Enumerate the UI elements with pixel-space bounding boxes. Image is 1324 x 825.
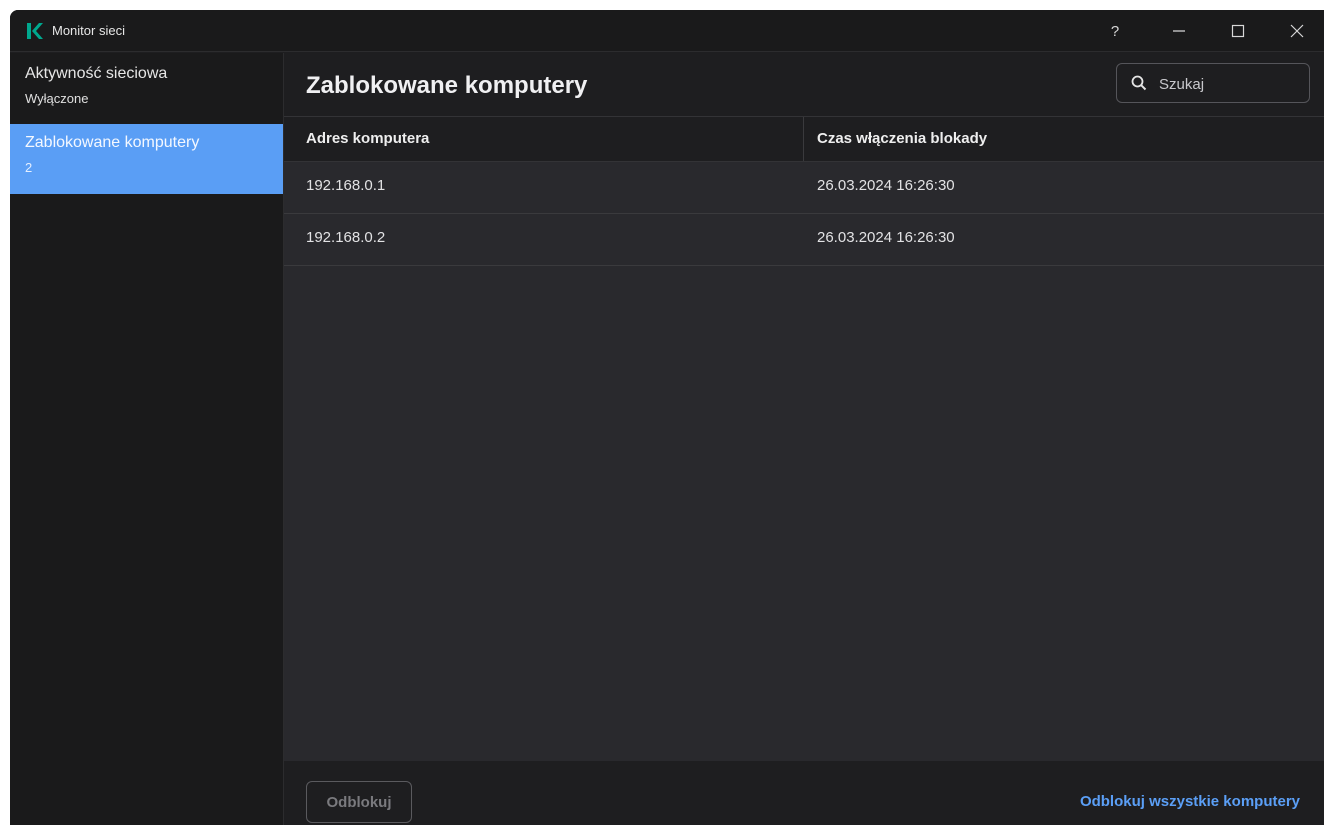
column-header-address[interactable]: Adres komputera [284,117,804,161]
footer-bar: Odblokuj Odblokuj wszystkie komputery [284,761,1324,825]
column-header-block-time[interactable]: Czas włączenia blokady [804,117,1324,161]
help-button[interactable]: ? [1093,10,1137,52]
maximize-icon [1231,24,1245,38]
unblock-all-link[interactable]: Odblokuj wszystkie komputery [1080,793,1300,810]
unblock-button[interactable]: Odblokuj [306,781,412,823]
close-button[interactable] [1275,10,1319,52]
kaspersky-k-icon [27,23,43,39]
table-row[interactable]: 192.168.0.1 26.03.2024 16:26:30 [284,162,1324,214]
app-window: Monitor sieci ? Aktywność sieciowa Wyłąc… [10,10,1324,825]
help-icon: ? [1110,22,1120,40]
title-bar: Monitor sieci ? [10,10,1324,52]
close-icon [1290,24,1304,38]
table-header: Adres komputera Czas włączenia blokady [284,116,1324,162]
cell-block-time: 26.03.2024 16:26:30 [817,177,955,194]
sidebar: Aktywność sieciowa Wyłączone Zablokowane… [10,53,284,825]
cell-address: 192.168.0.2 [306,229,386,246]
search-box[interactable] [1116,63,1310,103]
sidebar-item-label: Zablokowane komputery [25,134,200,151]
minimize-icon [1173,30,1185,32]
page-header: Zablokowane komputery [284,53,1324,116]
search-icon [1131,75,1147,91]
maximize-button[interactable] [1216,10,1260,52]
sidebar-item-count: 2 [25,160,33,175]
page-title: Zablokowane komputery [306,72,588,99]
sidebar-item-blocked-computers[interactable]: Zablokowane komputery 2 [10,124,283,194]
sidebar-item-status: Wyłączone [25,91,89,106]
window-title: Monitor sieci [52,23,125,38]
cell-block-time: 26.03.2024 16:26:30 [817,229,955,246]
sidebar-item-label: Aktywność sieciowa [25,65,168,82]
cell-address: 192.168.0.1 [306,177,386,194]
main-panel: Zablokowane komputery Adres komputera Cz… [284,53,1324,825]
sidebar-item-network-activity[interactable]: Aktywność sieciowa Wyłączone [10,65,283,127]
minimize-button[interactable] [1157,10,1201,52]
search-input[interactable] [1157,72,1301,96]
table-row[interactable]: 192.168.0.2 26.03.2024 16:26:30 [284,214,1324,266]
